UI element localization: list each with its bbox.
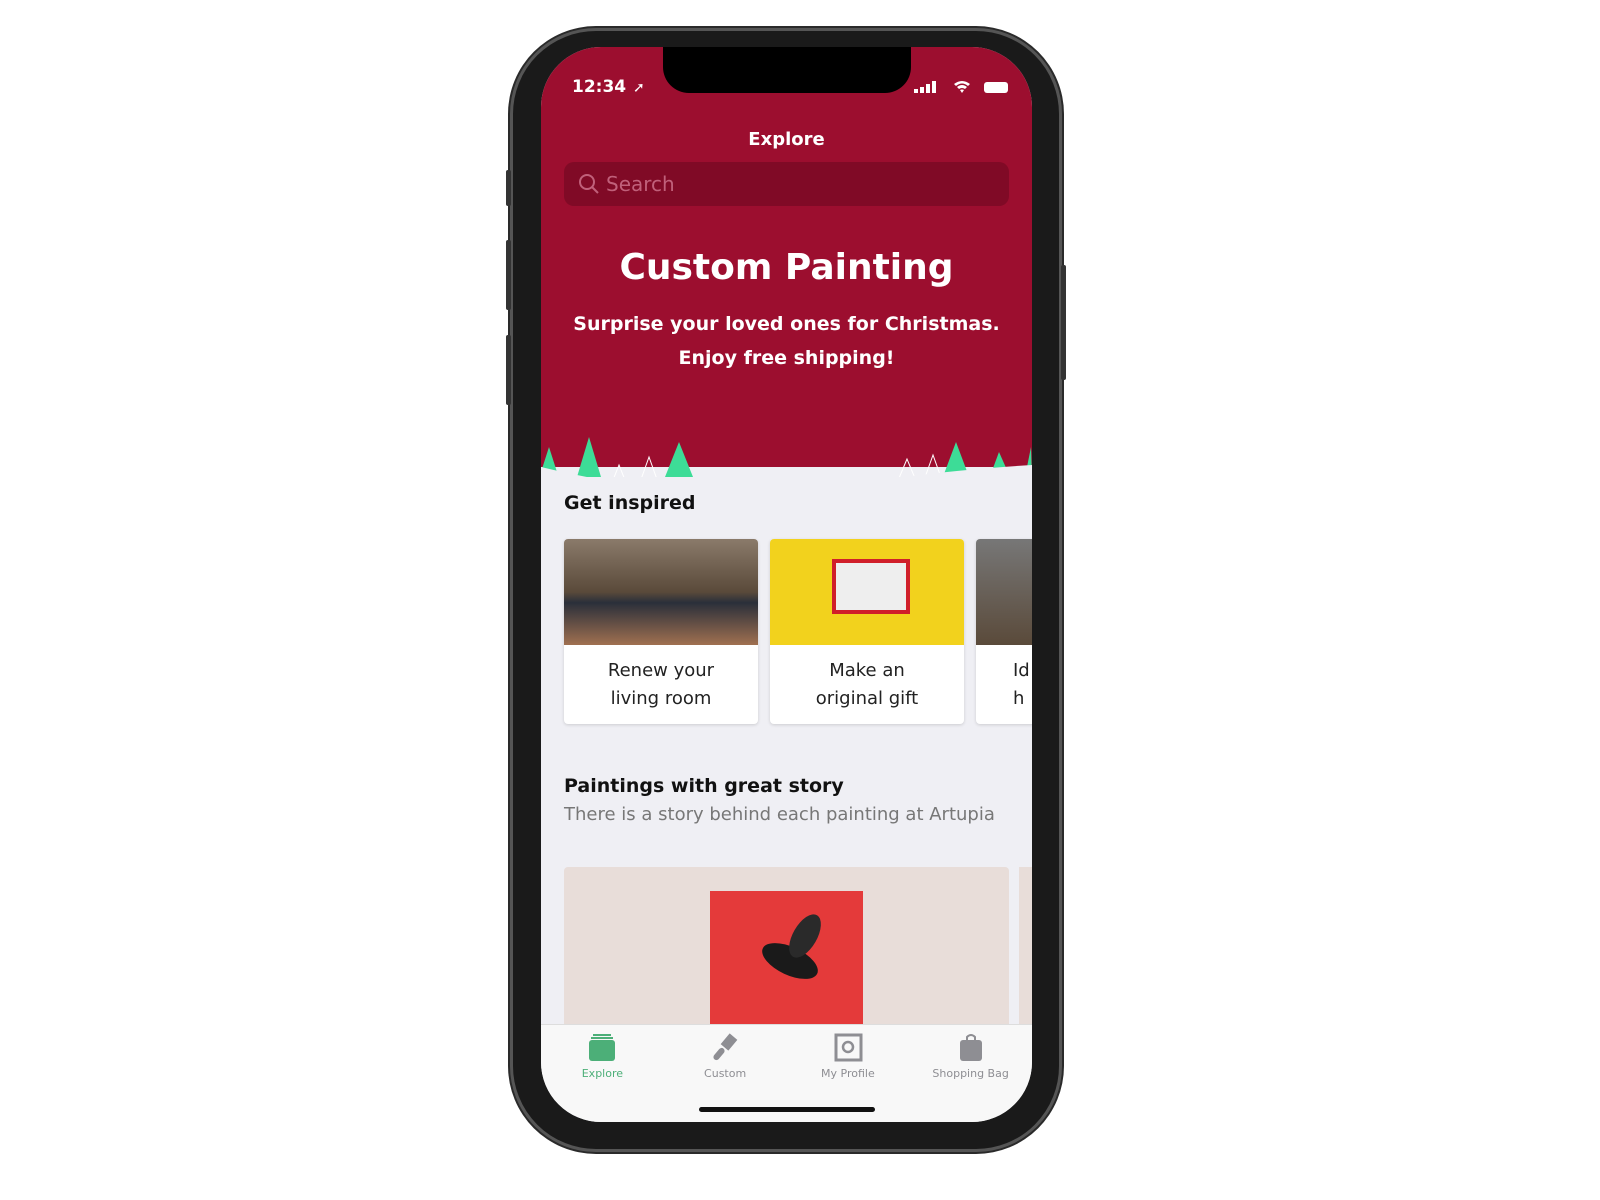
tab-shopping-bag[interactable]: Shopping Bag bbox=[909, 1025, 1032, 1122]
app-screen: 12:34 ➚ Explore Search Custom Painting S… bbox=[541, 47, 1032, 1122]
profile-frame-icon bbox=[834, 1033, 863, 1062]
inspiration-card[interactable]: Id h bbox=[976, 539, 1032, 724]
gift-image bbox=[770, 539, 964, 645]
card-line: Make an bbox=[829, 660, 905, 681]
section-title-inspired: Get inspired bbox=[564, 492, 696, 514]
status-time: 12:34 bbox=[572, 77, 627, 97]
tab-label: Shopping Bag bbox=[932, 1067, 1009, 1080]
tab-label: Custom bbox=[704, 1067, 747, 1080]
banner-line-2: Enjoy free shipping! bbox=[678, 347, 895, 369]
bag-icon bbox=[959, 1034, 982, 1061]
notch bbox=[663, 47, 911, 93]
home-indicator[interactable] bbox=[699, 1107, 875, 1112]
power-button bbox=[1061, 265, 1066, 380]
banner-title: Custom Painting bbox=[619, 247, 954, 288]
tab-explore[interactable]: Explore bbox=[541, 1025, 664, 1122]
search-icon bbox=[579, 174, 599, 194]
card-line: Renew your bbox=[607, 660, 715, 681]
living-room-image bbox=[564, 539, 758, 645]
volume-down-button bbox=[506, 335, 511, 405]
tab-label: My Profile bbox=[821, 1067, 875, 1080]
card-line: living room bbox=[610, 688, 712, 709]
card-image bbox=[976, 539, 1032, 645]
tab-label: Explore bbox=[581, 1067, 624, 1080]
volume-up-button bbox=[506, 240, 511, 310]
painting-card[interactable] bbox=[564, 867, 1009, 1041]
inspiration-card[interactable]: Make an original gift bbox=[770, 539, 964, 724]
status-icons bbox=[914, 81, 1008, 93]
card-line: Id bbox=[1013, 660, 1030, 681]
search-placeholder: Search bbox=[606, 172, 675, 196]
search-input[interactable]: Search bbox=[564, 162, 1009, 206]
card-line: h bbox=[1013, 688, 1025, 709]
next-painting-card[interactable] bbox=[1019, 867, 1032, 1037]
banner[interactable]: 12:34 ➚ Explore Search Custom Painting S… bbox=[541, 47, 1032, 477]
signal-icon bbox=[914, 81, 936, 93]
wifi-icon bbox=[954, 81, 970, 93]
location-icon: ➚ bbox=[633, 80, 645, 96]
brush-icon bbox=[713, 1033, 738, 1061]
bee-painting-image bbox=[710, 891, 863, 1041]
section-subtitle-stories: There is a story behind each painting at… bbox=[564, 804, 995, 825]
snowy-trees-decoration bbox=[541, 437, 1032, 477]
battery-icon bbox=[984, 82, 1008, 93]
cards-icon bbox=[589, 1034, 616, 1061]
inspiration-card[interactable]: Renew your living room bbox=[564, 539, 758, 724]
mute-switch bbox=[506, 170, 511, 206]
page-title: Explore bbox=[748, 129, 825, 150]
banner-subtitle: Surprise your loved ones for Christmas. … bbox=[541, 307, 1032, 375]
card-line: original gift bbox=[815, 688, 919, 709]
section-title-stories: Paintings with great story bbox=[564, 775, 844, 797]
banner-line-1: Surprise your loved ones for Christmas. bbox=[573, 313, 1000, 335]
bee-icon bbox=[762, 914, 821, 979]
